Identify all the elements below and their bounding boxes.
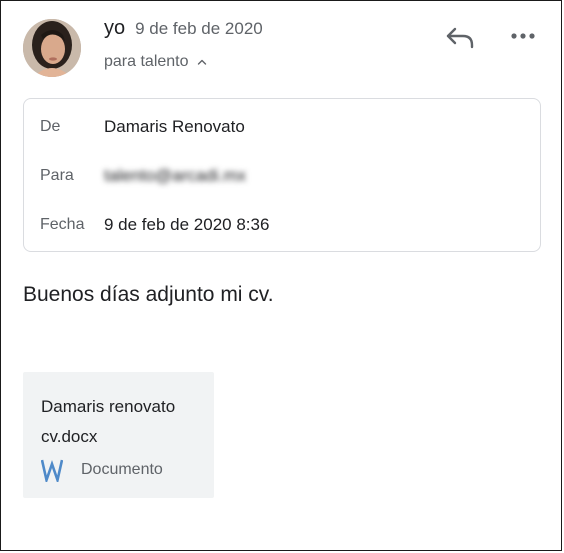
to-label: Para bbox=[40, 167, 74, 184]
avatar-photo-icon bbox=[23, 19, 81, 77]
detail-row-to: Para talento@arcadi.mx bbox=[40, 166, 246, 186]
date-label: Fecha bbox=[40, 216, 85, 233]
from-label: De bbox=[40, 118, 61, 135]
more-options-icon[interactable] bbox=[510, 30, 536, 42]
sender-avatar[interactable] bbox=[23, 19, 81, 77]
date-value: 9 de feb de 2020 8:36 bbox=[104, 215, 270, 234]
attachment-name: Damaris renovato cv.docx bbox=[41, 397, 176, 446]
sent-date: 9 de feb de 2020 bbox=[135, 19, 263, 38]
from-value[interactable]: Damaris Renovato bbox=[104, 117, 245, 137]
attachment-type-label: Documento bbox=[81, 461, 163, 478]
attachment-card[interactable]: Damaris renovato cv.docx Documento bbox=[23, 372, 214, 498]
message-body: Buenos días adjunto mi cv. bbox=[23, 283, 274, 306]
message-details-card: De Damaris Renovato Para talento@arcadi.… bbox=[23, 98, 541, 252]
sender-line: yo 9 de feb de 2020 bbox=[104, 17, 263, 40]
word-icon bbox=[41, 459, 63, 482]
sender-name: yo bbox=[104, 17, 126, 39]
detail-row-from: De Damaris Renovato bbox=[40, 117, 245, 137]
chevron-up-icon bbox=[197, 59, 206, 65]
recipient-toggle[interactable]: para talento bbox=[104, 53, 207, 71]
to-value[interactable]: talento@arcadi.mx bbox=[104, 166, 246, 186]
recipient-summary: para talento bbox=[104, 53, 189, 70]
email-view: yo 9 de feb de 2020 para talento De Dama… bbox=[0, 0, 562, 551]
reply-icon[interactable] bbox=[445, 25, 475, 51]
detail-row-date: Fecha 9 de feb de 2020 8:36 bbox=[40, 215, 269, 235]
attachment-type: Documento bbox=[41, 458, 163, 482]
